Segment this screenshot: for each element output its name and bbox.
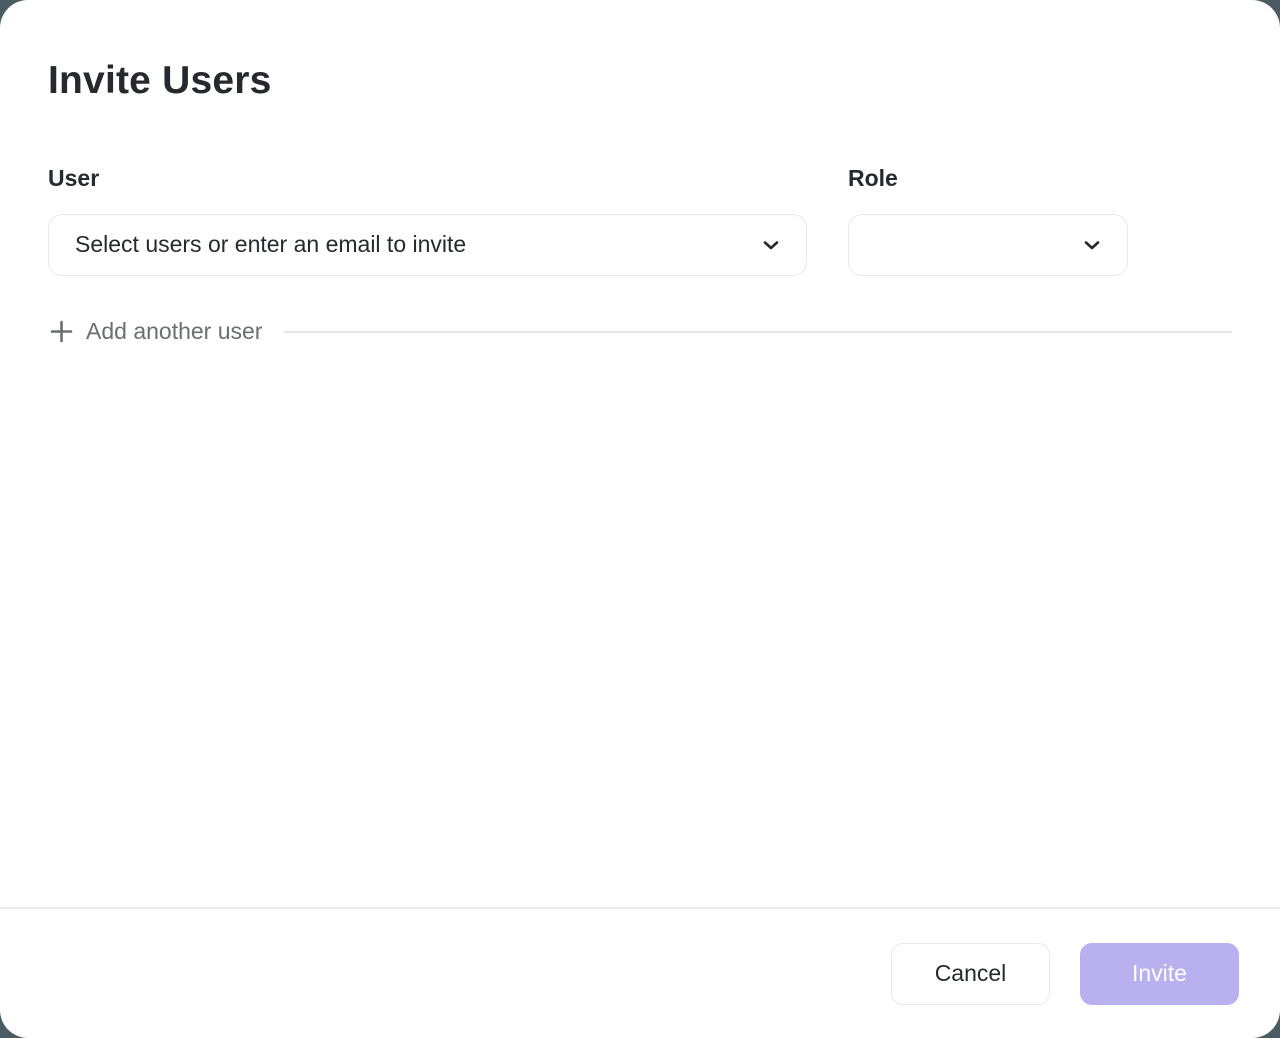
chevron-down-icon bbox=[1081, 234, 1103, 256]
role-select[interactable] bbox=[848, 214, 1128, 276]
add-another-user-button[interactable]: Add another user bbox=[48, 318, 262, 345]
invite-button[interactable]: Invite bbox=[1080, 943, 1239, 1005]
user-field-group: User Select users or enter an email to i… bbox=[48, 165, 807, 276]
add-another-user-label: Add another user bbox=[86, 318, 262, 345]
dialog-body: Invite Users User Select users or enter … bbox=[0, 0, 1280, 907]
role-field-group: Role bbox=[848, 165, 1128, 276]
user-field-label: User bbox=[48, 165, 807, 192]
cancel-button[interactable]: Cancel bbox=[891, 943, 1050, 1005]
plus-icon bbox=[48, 318, 75, 345]
invite-users-dialog: Invite Users User Select users or enter … bbox=[0, 0, 1280, 1038]
page-title: Invite Users bbox=[48, 58, 1232, 105]
section-divider bbox=[284, 331, 1232, 333]
user-select-placeholder: Select users or enter an email to invite bbox=[75, 231, 760, 258]
user-select[interactable]: Select users or enter an email to invite bbox=[48, 214, 807, 276]
role-field-label: Role bbox=[848, 165, 1128, 192]
dialog-footer: Cancel Invite bbox=[0, 909, 1280, 1038]
add-user-row: Add another user bbox=[48, 314, 1232, 350]
invite-form-row: User Select users or enter an email to i… bbox=[48, 165, 1232, 276]
chevron-down-icon bbox=[760, 234, 782, 256]
